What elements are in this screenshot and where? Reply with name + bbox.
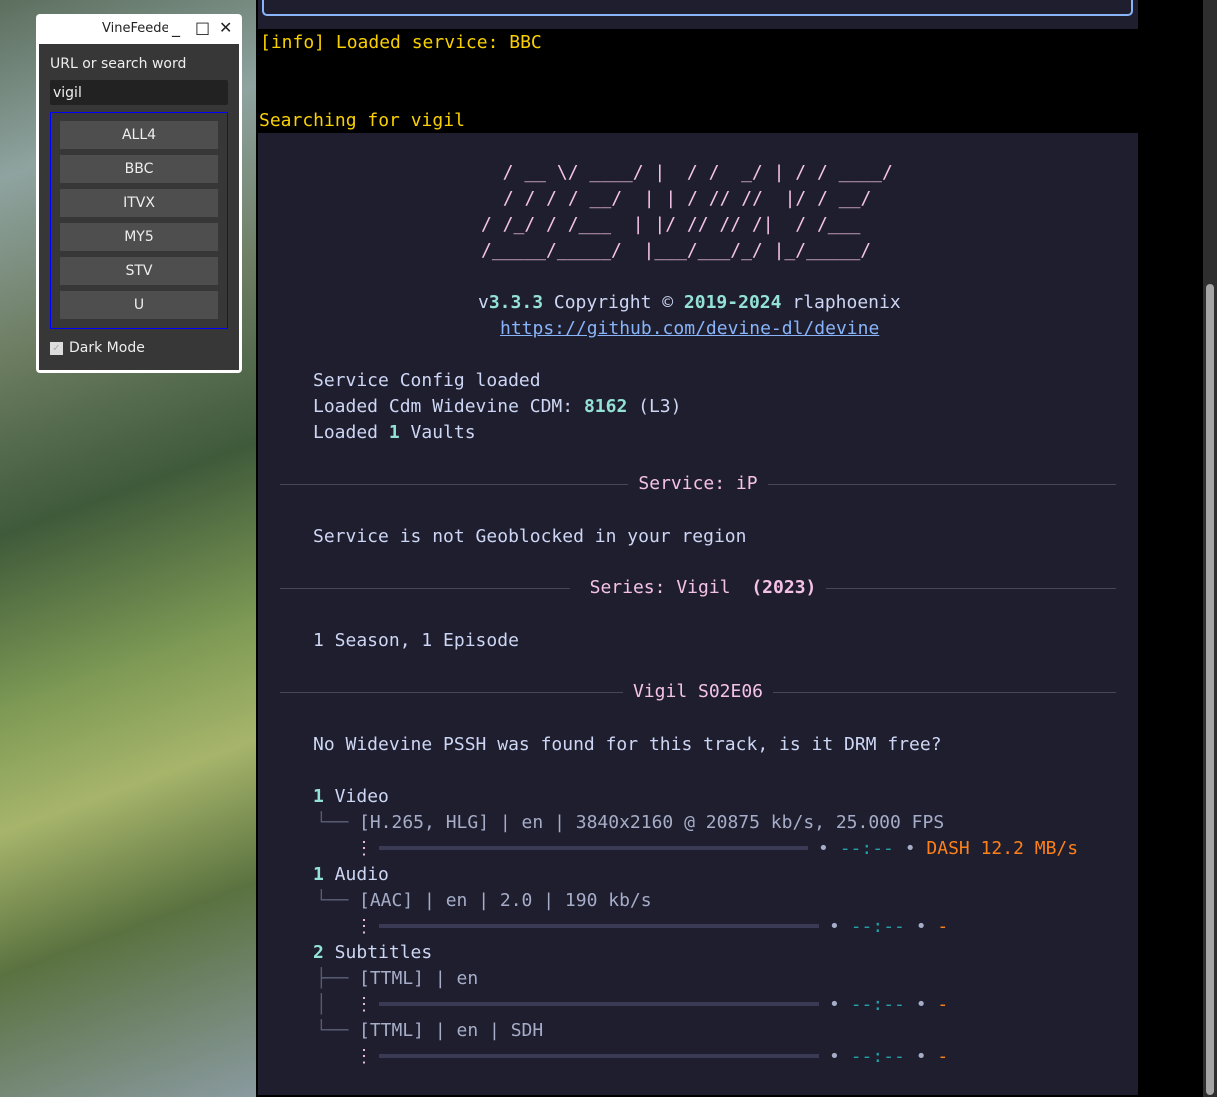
subtitle-progress-info: • --:-- • - xyxy=(829,994,949,1015)
spinner-icon: ⋮ xyxy=(355,838,373,859)
ascii-logo-line: / __ \/ ____/ | / / _/ | / / ____/ xyxy=(481,162,893,183)
video-track-header: 1 Video xyxy=(313,786,389,807)
scrollbar[interactable] xyxy=(1203,0,1217,1097)
subtitle-progress-bar xyxy=(379,1054,819,1058)
top-output-box xyxy=(258,0,1138,29)
tree-branch: ├── xyxy=(316,968,349,989)
dark-mode-checkbox[interactable]: ✓ Dark Mode xyxy=(50,340,145,356)
window-body: URL or search word ALL4 BBC ITVX MY5 STV… xyxy=(39,44,239,370)
geoblock-line: Service is not Geoblocked in your region xyxy=(313,526,747,547)
series-summary: 1 Season, 1 Episode xyxy=(313,630,519,651)
url-search-input[interactable] xyxy=(50,80,228,105)
video-track-detail: [H.265, HLG] | en | 3840x2160 @ 20875 kb… xyxy=(359,812,945,833)
episode-heading: Vigil S02E06 xyxy=(258,679,1138,705)
ascii-logo-line: / /_/ / /___ | |/ // // /| / /___ xyxy=(481,214,861,235)
subtitle-progress-bar xyxy=(379,1002,819,1006)
service-button-itvx[interactable]: ITVX xyxy=(60,189,218,217)
tree-branch: └── xyxy=(316,812,349,833)
audio-track-header: 1 Audio xyxy=(313,864,389,885)
service-button-u[interactable]: U xyxy=(60,291,218,319)
config-line: Service Config loaded xyxy=(313,370,541,391)
audio-track-detail: [AAC] | en | 2.0 | 190 kb/s xyxy=(359,890,652,911)
window-title: VineFeeder xyxy=(102,21,168,36)
service-button-all4[interactable]: ALL4 xyxy=(60,121,218,149)
spinner-icon: ⋮ xyxy=(355,994,373,1015)
scrollbar-thumb[interactable] xyxy=(1206,284,1214,1095)
dark-mode-label: Dark Mode xyxy=(69,340,145,356)
close-icon[interactable]: ✕ xyxy=(219,18,232,37)
subtitle-track-detail: [TTML] | en | SDH xyxy=(359,1020,544,1041)
tree-branch: └── xyxy=(316,890,349,911)
terminal-output: [info] Loaded service: BBC Searching for… xyxy=(258,0,1138,1097)
pssh-warning: No Widevine PSSH was found for this trac… xyxy=(313,734,942,755)
series-heading: Series: Vigil (2023) xyxy=(258,575,1138,601)
ascii-logo-line: /_____/_____/ |___/___/_/ |_/_____/ xyxy=(481,240,872,261)
version-line: v3.3.3 Copyright © 2019-2024 rlaphoenix xyxy=(478,292,901,313)
spinner-icon: ⋮ xyxy=(355,1046,373,1067)
tree-branch: └── xyxy=(316,1020,349,1041)
cdm-line: Loaded Cdm Widevine CDM: 8162 (L3) xyxy=(313,396,682,417)
service-button-my5[interactable]: MY5 xyxy=(60,223,218,251)
url-label: URL or search word xyxy=(50,56,187,72)
subtitle-track-detail: [TTML] | en xyxy=(359,968,479,989)
service-heading: Service: iP xyxy=(258,471,1138,497)
title-bar[interactable]: VineFeeder _ □ ✕ xyxy=(36,14,242,44)
maximize-icon[interactable]: □ xyxy=(195,18,210,37)
service-button-bbc[interactable]: BBC xyxy=(60,155,218,183)
searching-line: Searching for vigil xyxy=(259,110,465,131)
checkbox-icon[interactable]: ✓ xyxy=(50,341,63,355)
minimize-icon[interactable]: _ xyxy=(172,18,180,37)
subtitle-progress-info: • --:-- • - xyxy=(829,1046,949,1067)
audio-progress-info: • --:-- • - xyxy=(829,916,949,937)
subtitles-track-header: 2 Subtitles xyxy=(313,942,433,963)
audio-progress-bar xyxy=(379,924,819,928)
spinner-icon: ⋮ xyxy=(355,916,373,937)
vaults-line: Loaded 1 Vaults xyxy=(313,422,476,443)
service-button-group: ALL4 BBC ITVX MY5 STV U xyxy=(50,112,228,329)
info-log-line: [info] Loaded service: BBC xyxy=(260,32,542,53)
ascii-logo-line: / / / / __/ | | / // // |/ / __/ xyxy=(492,188,872,209)
tree-branch: │ xyxy=(316,994,327,1015)
github-link[interactable]: https://github.com/devine-dl/devine xyxy=(500,316,879,342)
output-panel: / __ \/ ____/ | / / _/ | / / ____/ / / /… xyxy=(258,133,1138,1095)
service-button-stv[interactable]: STV xyxy=(60,257,218,285)
vinefeeder-window: VineFeeder _ □ ✕ URL or search word ALL4… xyxy=(36,14,242,373)
video-progress-info: • --:-- • DASH 12.2 MB/s xyxy=(818,838,1079,859)
video-progress-bar xyxy=(379,846,808,850)
